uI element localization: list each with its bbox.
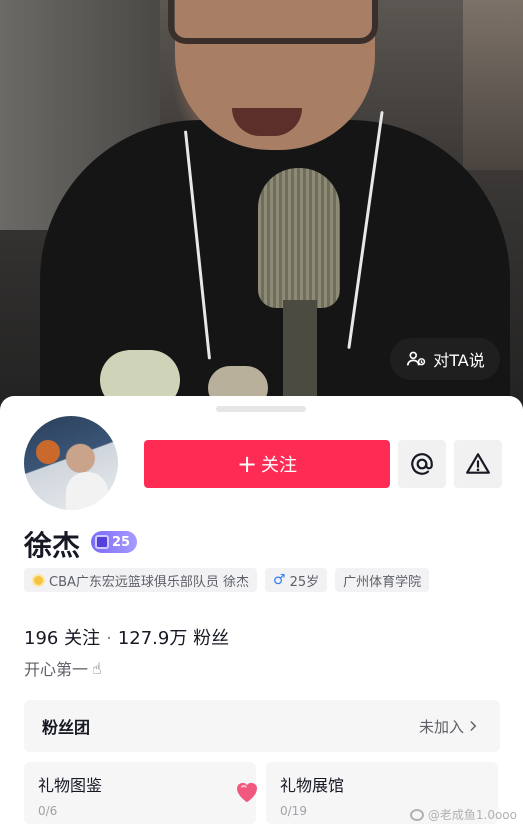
gift-collection-progress: 0/6 bbox=[38, 804, 58, 818]
gift-collection-title: 礼物图鉴 bbox=[38, 776, 103, 795]
heart-gift-icon bbox=[237, 782, 257, 803]
profile-tags: CBA广东宏远篮球俱乐部队员 徐杰 ♂ 25岁 广州体育学院 bbox=[24, 568, 430, 592]
verified-badge-icon bbox=[32, 573, 45, 587]
fan-club-row[interactable]: 粉丝团 未加入 bbox=[24, 700, 500, 752]
follow-stats: 196 关注 · 127.9万 粉丝 bbox=[24, 624, 229, 650]
tag-age-text: 25岁 bbox=[289, 574, 320, 590]
level-badge[interactable]: 25 bbox=[91, 531, 138, 553]
level-gem-icon bbox=[95, 535, 109, 549]
avatar-basketball bbox=[36, 440, 60, 464]
weibo-watermark: @老成鱼1.0ooo bbox=[409, 806, 517, 823]
following-label: 关注 bbox=[64, 628, 101, 649]
microphone-stem bbox=[283, 300, 317, 410]
tag-age: ♂ 25岁 bbox=[265, 568, 328, 592]
follow-button[interactable]: + 关注 bbox=[144, 440, 390, 488]
following-count: 196 bbox=[24, 628, 59, 649]
live-video[interactable]: 对TA说 bbox=[0, 0, 523, 410]
pointing-up-icon: ☝ bbox=[92, 658, 102, 678]
follow-label: 关注 bbox=[261, 455, 298, 476]
tag-school: 广州体育学院 bbox=[335, 568, 430, 592]
gift-gallery-title: 礼物展馆 bbox=[280, 776, 345, 795]
fans-count: 127.9万 bbox=[117, 628, 188, 649]
plus-icon: + bbox=[236, 450, 258, 478]
drag-handle[interactable] bbox=[216, 406, 306, 412]
mention-button[interactable] bbox=[398, 440, 446, 488]
background-shelf bbox=[463, 0, 523, 170]
bio-text: 开心第一 bbox=[24, 660, 89, 679]
chevron-right-icon bbox=[470, 721, 477, 731]
gift-collection-card[interactable]: 礼物图鉴 0/6 bbox=[24, 762, 257, 824]
report-button[interactable] bbox=[454, 440, 502, 488]
following-stat[interactable]: 196 关注 bbox=[24, 624, 100, 650]
at-icon bbox=[411, 453, 433, 475]
fan-club-status-text: 未加入 bbox=[418, 717, 464, 736]
mic-people-icon bbox=[407, 351, 426, 366]
user-name: 徐杰 bbox=[24, 529, 81, 562]
weibo-icon bbox=[409, 808, 424, 821]
tag-verification: CBA广东宏远篮球俱乐部队员 徐杰 bbox=[24, 568, 258, 592]
stat-separator: · bbox=[106, 628, 112, 649]
avatar[interactable] bbox=[24, 416, 118, 510]
streamer-glasses bbox=[168, 0, 378, 44]
fans-stat[interactable]: 127.9万 粉丝 bbox=[118, 624, 229, 650]
profile-sheet: + 关注 徐杰 25 CBA广东宏远篮球俱乐部队员 徐杰 ♂ 25岁 广州体育学… bbox=[0, 396, 523, 827]
watermark-text: @老成鱼1.0ooo bbox=[427, 808, 517, 822]
tag-school-text: 广州体育学院 bbox=[343, 574, 422, 590]
fan-club-label: 粉丝团 bbox=[42, 718, 91, 737]
avatar-player bbox=[66, 472, 108, 510]
fan-club-status: 未加入 bbox=[419, 716, 480, 737]
say-to-ta-label: 对TA说 bbox=[433, 351, 485, 370]
fans-label: 粉丝 bbox=[193, 628, 230, 649]
level-value: 25 bbox=[112, 534, 131, 550]
warning-icon bbox=[466, 453, 490, 474]
male-icon: ♂ bbox=[273, 572, 286, 588]
tag-verification-text: CBA广东宏远篮球俱乐部队员 徐杰 bbox=[49, 574, 250, 590]
user-bio: 开心第一 ☝ bbox=[24, 656, 102, 680]
say-to-ta-button[interactable]: 对TA说 bbox=[390, 338, 500, 380]
microphone bbox=[258, 168, 340, 308]
